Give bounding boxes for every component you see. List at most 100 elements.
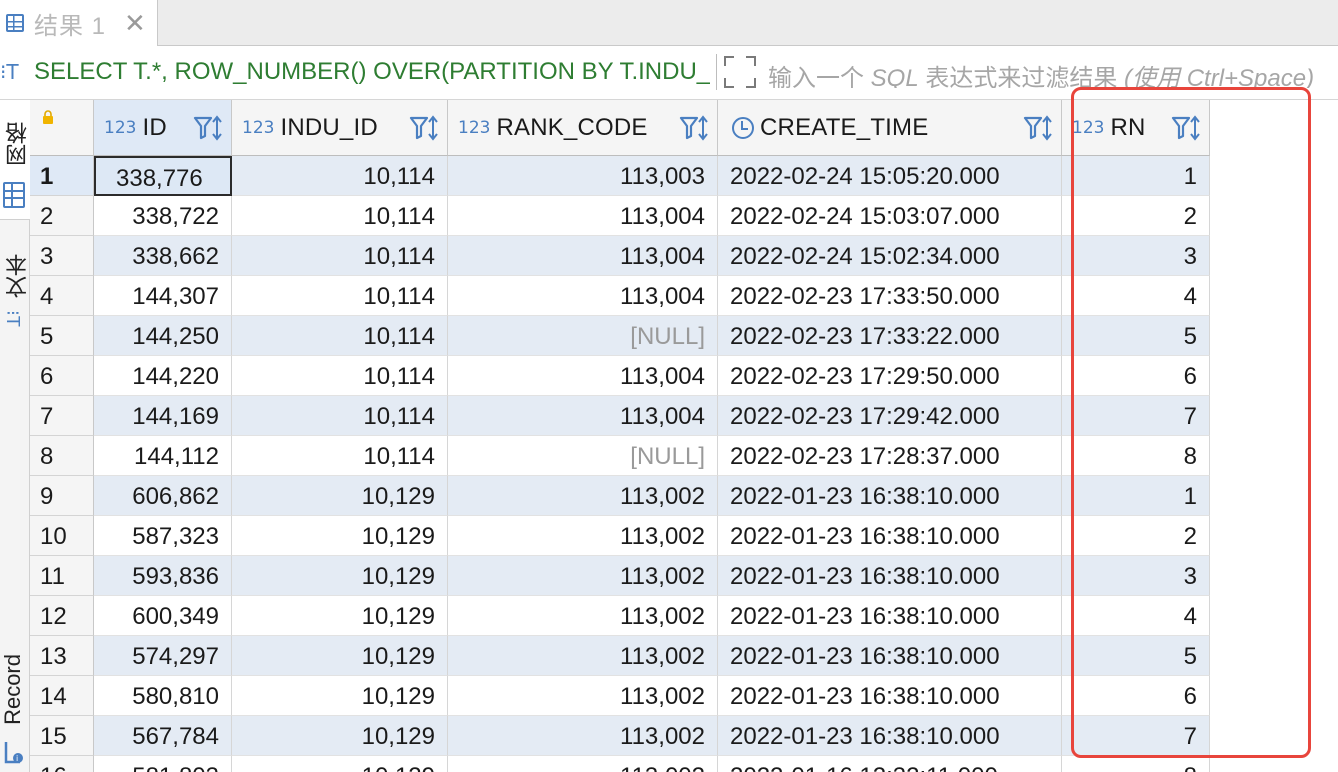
cell-time[interactable]: 2022-02-24 15:02:34.000: [718, 236, 1062, 276]
row-number[interactable]: 13: [30, 636, 94, 676]
row-number[interactable]: 7: [30, 396, 94, 436]
cell-id[interactable]: 580,810: [94, 676, 232, 716]
cell-time[interactable]: 2022-01-23 16:38:10.000: [718, 716, 1062, 756]
cell-time[interactable]: 2022-01-23 16:38:10.000: [718, 676, 1062, 716]
cell-id[interactable]: 144,250: [94, 316, 232, 356]
grid-view-tab[interactable]: 网格: [0, 100, 30, 220]
tab-result-1[interactable]: 结果 1 ✕: [0, 0, 158, 47]
cell-indu[interactable]: 10,129: [232, 516, 448, 556]
table-row[interactable]: 9 606,862 10,129 113,002 2022-01-23 16:38:10…: [30, 476, 1210, 516]
cell-rn[interactable]: 8: [1062, 436, 1210, 476]
cell-time[interactable]: 2022-01-23 16:38:10.000: [718, 556, 1062, 596]
cell-indu[interactable]: 10,114: [232, 156, 448, 196]
cell-time[interactable]: 2022-01-23 16:38:10.000: [718, 516, 1062, 556]
table-row[interactable]: 2 338,722 10,114 113,004 2022-02-24 15:03:07…: [30, 196, 1210, 236]
cell-indu[interactable]: 10,129: [232, 636, 448, 676]
row-number[interactable]: 15: [30, 716, 94, 756]
cell-id[interactable]: 338,662: [94, 236, 232, 276]
cell-rank[interactable]: 113,004: [448, 276, 718, 316]
row-number[interactable]: 4: [30, 276, 94, 316]
cell-time[interactable]: 2022-02-24 15:03:07.000: [718, 196, 1062, 236]
cell-rank[interactable]: 113,003: [448, 156, 718, 196]
column-header-indu-id[interactable]: 123 INDU_ID: [232, 100, 448, 156]
filter-sort-icon[interactable]: [409, 114, 439, 142]
cell-rank[interactable]: 113,002: [448, 476, 718, 516]
cell-rank[interactable]: 113,002: [448, 716, 718, 756]
table-row[interactable]: 8 144,112 10,114 [NULL] 2022-02-23 17:28:37.…: [30, 436, 1210, 476]
cell-id[interactable]: 144,112: [94, 436, 232, 476]
cell-rn[interactable]: 2: [1062, 196, 1210, 236]
cell-rank[interactable]: 113,002: [448, 516, 718, 556]
cell-rn[interactable]: 6: [1062, 356, 1210, 396]
cell-rank[interactable]: 113,002: [448, 556, 718, 596]
row-number[interactable]: 2: [30, 196, 94, 236]
cell-id[interactable]: 567,784: [94, 716, 232, 756]
column-header-rn[interactable]: 123 RN: [1062, 100, 1210, 156]
table-row[interactable]: 3 338,662 10,114 113,004 2022-02-24 15:02:34…: [30, 236, 1210, 276]
cell-id[interactable]: 144,169: [94, 396, 232, 436]
cell-time[interactable]: 2022-01-23 16:38:10.000: [718, 636, 1062, 676]
cell-indu[interactable]: 10,129: [232, 476, 448, 516]
row-number[interactable]: 1: [30, 156, 94, 196]
cell-rn[interactable]: 3: [1062, 236, 1210, 276]
cell-id[interactable]: 606,862: [94, 476, 232, 516]
table-row[interactable]: 10 587,323 10,129 113,002 2022-01-23 16:38:1…: [30, 516, 1210, 556]
cell-id[interactable]: 600,349: [94, 596, 232, 636]
row-number[interactable]: 3: [30, 236, 94, 276]
cell-id[interactable]: 581,803: [94, 756, 232, 772]
table-row[interactable]: 13 574,297 10,129 113,002 2022-01-23 16:38:1…: [30, 636, 1210, 676]
cell-rank[interactable]: 113,002: [448, 756, 718, 772]
cell-rank[interactable]: 113,002: [448, 596, 718, 636]
cell-indu[interactable]: 10,114: [232, 236, 448, 276]
cell-indu[interactable]: 10,114: [232, 276, 448, 316]
cell-id[interactable]: 574,297: [94, 636, 232, 676]
cell-time[interactable]: 2022-02-23 17:33:50.000: [718, 276, 1062, 316]
table-row[interactable]: 15 567,784 10,129 113,002 2022-01-23 16:38:1…: [30, 716, 1210, 756]
record-view-tab[interactable]: Record i: [0, 640, 30, 772]
close-icon[interactable]: ✕: [124, 10, 146, 36]
cell-indu[interactable]: 10,129: [232, 676, 448, 716]
cell-time[interactable]: 2022-02-23 17:29:50.000: [718, 356, 1062, 396]
cell-rn[interactable]: 7: [1062, 396, 1210, 436]
column-header-rank-code[interactable]: 123 RANK_CODE: [448, 100, 718, 156]
row-number[interactable]: 10: [30, 516, 94, 556]
cell-indu[interactable]: 10,129: [232, 596, 448, 636]
cell-rn[interactable]: 6: [1062, 676, 1210, 716]
cell-rn[interactable]: 4: [1062, 596, 1210, 636]
table-row[interactable]: 4 144,307 10,114 113,004 2022-02-23 17:33:50…: [30, 276, 1210, 316]
column-header-id[interactable]: 123 ID: [94, 100, 232, 156]
cell-rn[interactable]: 8: [1062, 756, 1210, 772]
cell-rn[interactable]: 2: [1062, 516, 1210, 556]
cell-rank[interactable]: 113,004: [448, 236, 718, 276]
cell-indu[interactable]: 10,114: [232, 356, 448, 396]
cell-rank[interactable]: 113,004: [448, 396, 718, 436]
cell-id[interactable]: 338,776: [94, 156, 232, 196]
cell-id[interactable]: 587,323: [94, 516, 232, 556]
column-header-create-time[interactable]: CREATE_TIME: [718, 100, 1062, 156]
filter-sort-icon[interactable]: [1023, 114, 1053, 142]
table-row[interactable]: 14 580,810 10,129 113,002 2022-01-23 16:38:1…: [30, 676, 1210, 716]
sql-filter-icon[interactable]: ⁝T: [0, 60, 19, 84]
cell-rn[interactable]: 1: [1062, 476, 1210, 516]
table-row[interactable]: 11 593,836 10,129 113,002 2022-01-23 16:38:1…: [30, 556, 1210, 596]
cell-rank[interactable]: 113,004: [448, 356, 718, 396]
cell-rank[interactable]: 113,002: [448, 676, 718, 716]
cell-rank[interactable]: [NULL]: [448, 436, 718, 476]
row-number[interactable]: 11: [30, 556, 94, 596]
cell-time[interactable]: 2022-02-23 17:28:37.000: [718, 436, 1062, 476]
cell-time[interactable]: 2022-01-23 16:38:10.000: [718, 596, 1062, 636]
cell-indu[interactable]: 10,114: [232, 316, 448, 356]
filter-input[interactable]: 输入一个 SQL 表达式来过滤结果 (使用 Ctrl+Space): [768, 58, 1338, 88]
cell-id[interactable]: 593,836: [94, 556, 232, 596]
filter-sort-icon[interactable]: [679, 114, 709, 142]
row-number[interactable]: 6: [30, 356, 94, 396]
cell-time[interactable]: 2022-02-23 17:29:42.000: [718, 396, 1062, 436]
cell-rn[interactable]: 1: [1062, 156, 1210, 196]
cell-rank[interactable]: [NULL]: [448, 316, 718, 356]
table-row[interactable]: 1 338,776 10,114 113,003 2022-02-24 15:05:20…: [30, 156, 1210, 196]
cell-rn[interactable]: 5: [1062, 316, 1210, 356]
row-number[interactable]: 14: [30, 676, 94, 716]
row-number[interactable]: 9: [30, 476, 94, 516]
grid-corner[interactable]: [30, 100, 94, 156]
cell-indu[interactable]: 10,114: [232, 196, 448, 236]
